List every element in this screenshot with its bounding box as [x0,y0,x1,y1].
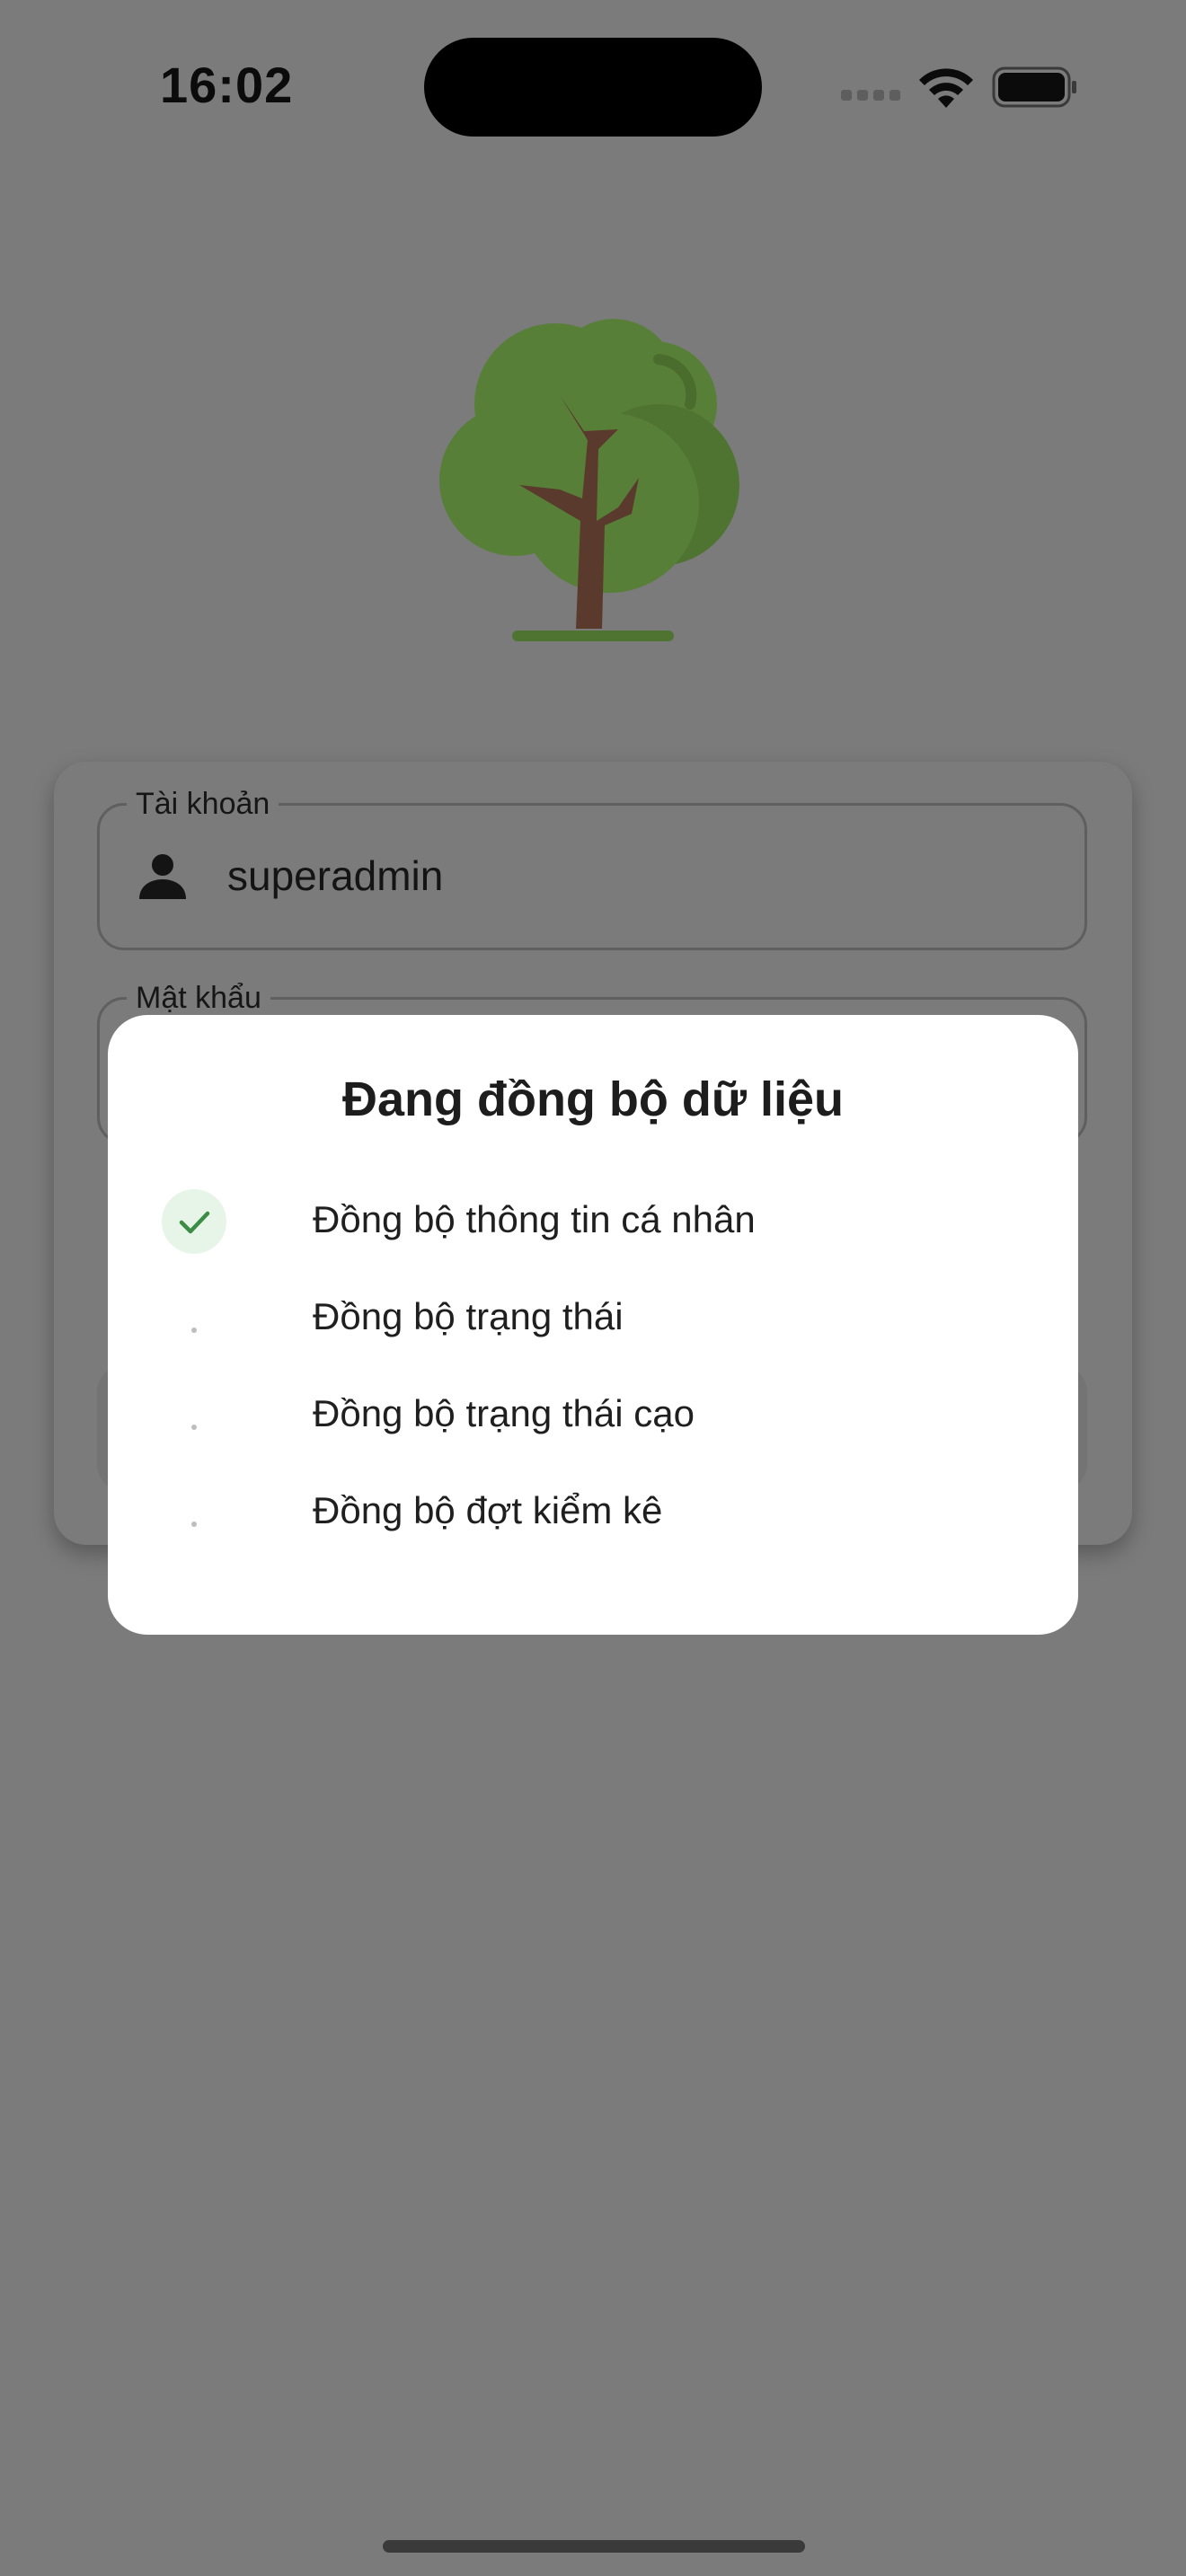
sync-step-personal-info: Đồng bộ thông tin cá nhân [162,1189,1024,1261]
username-field[interactable]: Tài khoản superadmin [97,786,1087,950]
step-label: Đồng bộ thông tin cá nhân [313,1198,756,1240]
loading-spinner-icon [162,1286,226,1351]
wifi-icon [919,68,973,108]
dialog-title: Đang đồng bộ dữ liệu [341,1072,845,1126]
status-time: 16:02 [160,57,294,113]
sync-dialog: Đang đồng bộ dữ liệu Đồng bộ thông tin c… [108,1015,1078,1635]
login-screen: 16:02 Tài khoản superadmin Mật khẩu Đang… [0,0,1186,2576]
step-label: Đồng bộ đợt kiểm kê [313,1489,663,1531]
person-icon [139,854,186,899]
username-value: superadmin [227,852,444,899]
password-label: Mật khẩu [127,980,270,1016]
step-done-indicator [162,1189,226,1254]
check-icon [162,1189,226,1254]
sync-step-tapping-status: Đồng bộ trạng thái cạo [162,1383,1024,1455]
status-bar: 16:02 [0,0,1186,171]
step-label: Đồng bộ trạng thái cạo [313,1392,695,1434]
sync-step-status: Đồng bộ trạng thái [162,1286,1024,1358]
home-indicator[interactable] [383,2540,805,2553]
tree-logo-icon [439,319,739,641]
cellular-signal-icon [841,90,900,102]
loading-spinner-icon [162,1480,226,1545]
step-label: Đồng bộ trạng thái [313,1295,624,1337]
battery-icon [992,66,1076,108]
loading-spinner-icon [162,1383,226,1448]
dynamic-island [424,38,762,137]
username-label: Tài khoản [127,786,279,822]
sync-step-inventory-round: Đồng bộ đợt kiểm kê [162,1480,1024,1552]
